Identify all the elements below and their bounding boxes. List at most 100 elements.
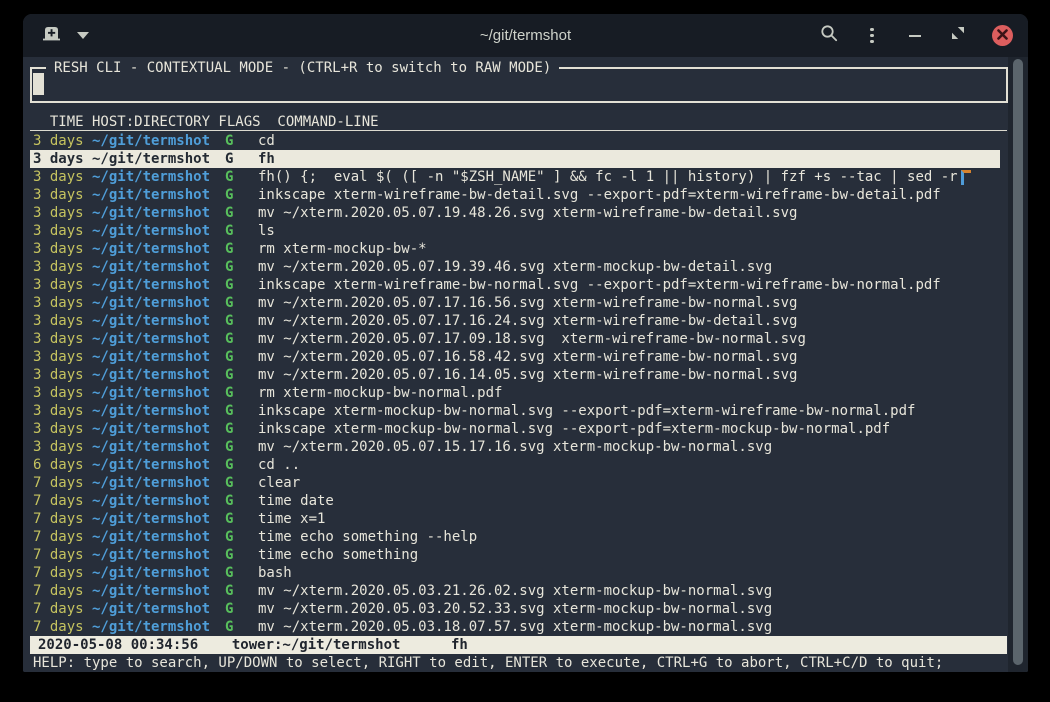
history-row[interactable]: 3 days ~/git/termshot G inkscape xterm-w… — [23, 186, 1028, 204]
row-time: 3 days — [33, 186, 84, 204]
row-command: mv ~/xterm.2020.05.07.16.58.42.svg xterm… — [258, 348, 797, 366]
history-row[interactable]: 3 days ~/git/termshot G mv ~/xterm.2020.… — [23, 438, 1028, 456]
row-command: inkscape xterm-wireframe-bw-normal.svg -… — [258, 276, 941, 294]
close-button[interactable] — [992, 25, 1013, 46]
history-row[interactable]: 3 days ~/git/termshot G inkscape xterm-w… — [23, 276, 1028, 294]
desktop-background: ~/git/termshot — [0, 0, 1050, 702]
terminal-window: ~/git/termshot — [23, 14, 1028, 672]
row-time: 3 days — [33, 258, 84, 276]
row-flags: G — [225, 564, 234, 582]
row-time: 7 days — [33, 474, 84, 492]
minimize-button[interactable] — [906, 27, 924, 45]
row-host-directory: ~/git/termshot — [92, 618, 210, 636]
history-row[interactable]: 3 days ~/git/termshot G ls — [23, 222, 1028, 240]
row-command: ls — [258, 222, 275, 240]
row-flags: G — [225, 312, 234, 330]
row-host-directory: ~/git/termshot — [92, 528, 210, 546]
row-flags: G — [225, 186, 234, 204]
restore-diagonal-icon — [951, 26, 965, 45]
history-row[interactable]: 3 days ~/git/termshot G mv ~/xterm.2020.… — [23, 294, 1028, 312]
row-command: mv ~/xterm.2020.05.07.17.16.24.svg xterm… — [258, 312, 797, 330]
history-row[interactable]: 3 days ~/git/termshot G inkscape xterm-m… — [23, 402, 1028, 420]
history-row[interactable]: 7 days ~/git/termshot G mv ~/xterm.2020.… — [23, 618, 1028, 636]
row-command: inkscape xterm-mockup-bw-normal.svg --ex… — [258, 420, 890, 438]
row-flags: G — [225, 330, 234, 348]
row-host-directory: ~/git/termshot — [92, 456, 210, 474]
history-row[interactable]: 3 days ~/git/termshot G mv ~/xterm.2020.… — [23, 348, 1028, 366]
row-command: time echo something --help — [258, 528, 477, 546]
restore-button[interactable] — [949, 27, 967, 45]
row-command: mv ~/xterm.2020.05.03.18.07.57.svg xterm… — [258, 618, 772, 636]
row-flags: G — [225, 258, 234, 276]
row-time: 3 days — [33, 168, 84, 186]
history-row[interactable]: 3 days ~/git/termshot G mv ~/xterm.2020.… — [23, 366, 1028, 384]
history-row[interactable]: 3 days ~/git/termshot G rm xterm-mockup-… — [23, 384, 1028, 402]
history-row[interactable]: 7 days ~/git/termshot G mv ~/xterm.2020.… — [23, 600, 1028, 618]
row-host-directory: ~/git/termshot — [92, 546, 210, 564]
row-time: 3 days — [33, 438, 84, 456]
row-host-directory: ~/git/termshot — [92, 366, 210, 384]
history-row[interactable]: 7 days ~/git/termshot G mv ~/xterm.2020.… — [23, 582, 1028, 600]
selection-status-bar: 2020-05-08 00:34:56 tower:~/git/termshot… — [30, 636, 1007, 654]
row-host-directory: ~/git/termshot — [92, 258, 210, 276]
row-flags: G — [225, 132, 234, 150]
history-row[interactable]: 7 days ~/git/termshot G bash — [23, 564, 1028, 582]
history-row[interactable]: 3 days ~/git/termshot G mv ~/xterm.2020.… — [23, 258, 1028, 276]
row-time: 3 days — [33, 240, 84, 258]
row-command: time x=1 — [258, 510, 325, 528]
history-row[interactable]: 3 days ~/git/termshot G rm xterm-mockup-… — [23, 240, 1028, 258]
row-command: mv ~/xterm.2020.05.07.17.16.56.svg xterm… — [258, 294, 797, 312]
terminal-screen: RESH CLI - CONTEXTUAL MODE - (CTRL+R to … — [23, 57, 1028, 672]
text-cursor — [33, 73, 44, 95]
row-command: inkscape xterm-wireframe-bw-detail.svg -… — [258, 186, 941, 204]
history-row[interactable]: 3 days ~/git/termshot G mv ~/xterm.2020.… — [23, 312, 1028, 330]
minimize-dash-icon — [909, 35, 921, 37]
row-command: mv ~/xterm.2020.05.07.19.39.46.svg xterm… — [258, 258, 772, 276]
row-command: time echo something — [258, 546, 418, 564]
row-flags: G — [225, 402, 234, 420]
row-host-directory: ~/git/termshot — [92, 600, 210, 618]
row-time: 3 days — [33, 294, 84, 312]
row-command: mv ~/xterm.2020.05.07.16.14.05.svg xterm… — [258, 366, 797, 384]
row-time: 3 days — [33, 366, 84, 384]
history-row[interactable]: 6 days ~/git/termshot G cd .. — [23, 456, 1028, 474]
row-host-directory: ~/git/termshot — [92, 330, 210, 348]
search-button[interactable] — [820, 27, 838, 45]
row-command: fh() {; eval $( ([ -n "$ZSH_NAME" ] && f… — [258, 168, 958, 186]
resh-search-input[interactable]: RESH CLI - CONTEXTUAL MODE - (CTRL+R to … — [30, 67, 1008, 103]
history-table-header: TIME HOST:DIRECTORY FLAGS COMMAND-LINE — [30, 113, 1007, 131]
row-flags: G — [225, 510, 234, 528]
row-command: mv ~/xterm.2020.05.07.17.09.18.svg xterm… — [258, 330, 806, 348]
scrollbar-track[interactable] — [1008, 57, 1028, 672]
history-row[interactable]: 3 days ~/git/termshot G mv ~/xterm.2020.… — [23, 330, 1028, 348]
titlebar[interactable]: ~/git/termshot — [23, 14, 1028, 57]
row-host-directory: ~/git/termshot — [92, 168, 210, 186]
history-row[interactable]: 3 days ~/git/termshot G fh() {; eval $( … — [23, 168, 1028, 186]
history-row[interactable]: 7 days ~/git/termshot G time x=1 — [23, 510, 1028, 528]
history-row[interactable]: 3 days ~/git/termshot G cd — [23, 132, 1028, 150]
row-host-directory: ~/git/termshot — [92, 402, 210, 420]
row-command: mv ~/xterm.2020.05.07.15.17.16.svg xterm… — [258, 438, 772, 456]
menu-button kebab-icon[interactable] — [863, 27, 881, 45]
row-host-directory: ~/git/termshot — [92, 492, 210, 510]
row-time: 7 days — [33, 510, 84, 528]
new-tab-button[interactable] — [41, 26, 63, 46]
row-time: 3 days — [33, 204, 84, 222]
history-rows: 3 days ~/git/termshot G cd 3 days ~/git/… — [23, 132, 1028, 636]
history-row[interactable]: 7 days ~/git/termshot G time echo someth… — [23, 546, 1028, 564]
row-host-directory: ~/git/termshot — [92, 276, 210, 294]
row-host-directory: ~/git/termshot — [92, 132, 210, 150]
row-host-directory: ~/git/termshot — [92, 204, 210, 222]
history-row[interactable]: 3 days ~/git/termshot G inkscape xterm-m… — [23, 420, 1028, 438]
history-row[interactable]: 7 days ~/git/termshot G time date — [23, 492, 1028, 510]
row-time: 3 days — [33, 150, 84, 168]
row-command: mv ~/xterm.2020.05.03.20.52.33.svg xterm… — [258, 600, 772, 618]
history-row[interactable]: 3 days ~/git/termshot G mv ~/xterm.2020.… — [23, 204, 1028, 222]
tab-dropdown-button chevron-down-icon[interactable] — [77, 32, 89, 39]
history-row[interactable]: 7 days ~/git/termshot G clear — [23, 474, 1028, 492]
row-host-directory: ~/git/termshot — [92, 222, 210, 240]
row-time: 7 days — [33, 492, 84, 510]
history-row[interactable]: 3 days ~/git/termshot G fh — [30, 150, 1000, 168]
history-row[interactable]: 7 days ~/git/termshot G time echo someth… — [23, 528, 1028, 546]
scrollbar-thumb[interactable] — [1013, 59, 1023, 665]
